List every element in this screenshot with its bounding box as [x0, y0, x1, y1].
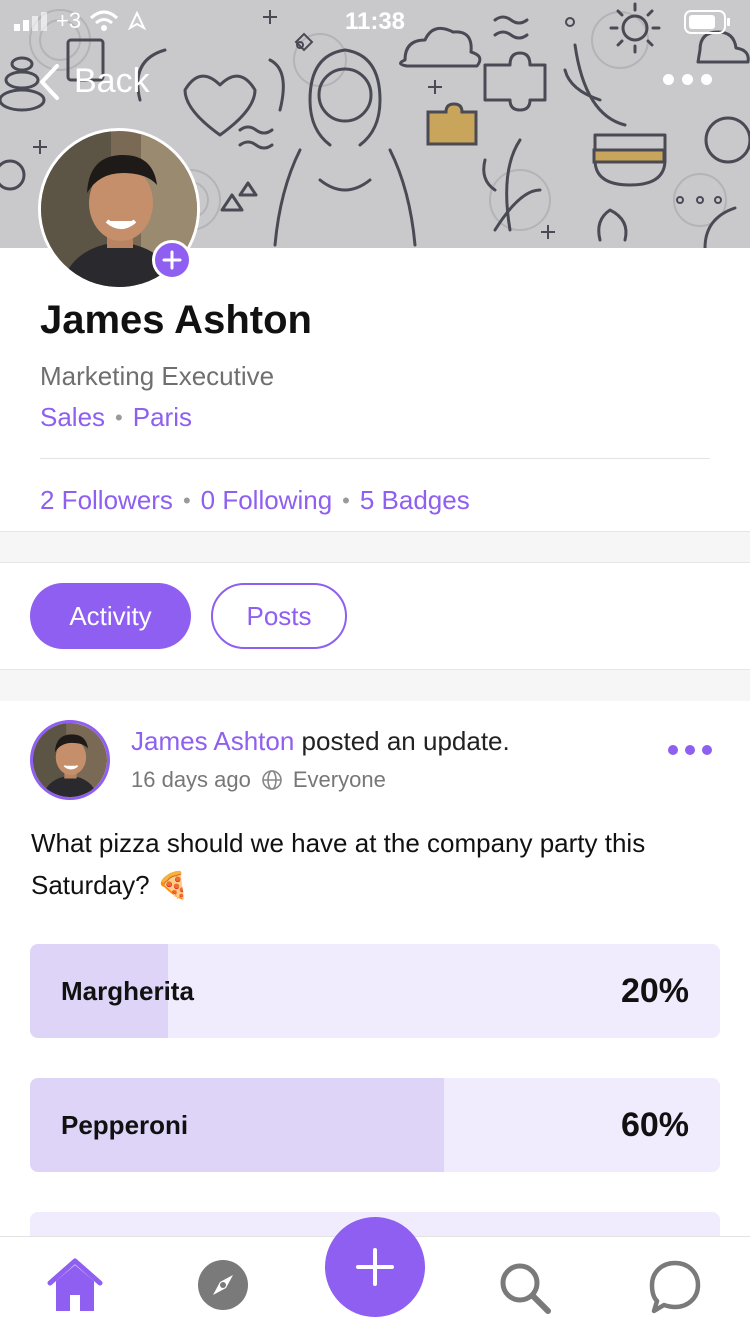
- post-body-text: What pizza should we have at the company…: [31, 828, 646, 900]
- plus-icon: [356, 1248, 394, 1286]
- compass-icon[interactable]: [197, 1259, 249, 1316]
- post-meta: 16 days ago Everyone: [131, 767, 386, 793]
- chevron-left-icon: [40, 63, 59, 100]
- following-link[interactable]: 0 Following: [201, 485, 333, 516]
- dot-icon: [685, 745, 695, 755]
- profile-job-title: Marketing Executive: [40, 361, 275, 391]
- poll-option-margherita[interactable]: Margherita 20%: [30, 944, 720, 1038]
- dot-icon: [663, 74, 674, 85]
- post-options-button[interactable]: [668, 745, 712, 755]
- badges-link[interactable]: 5 Badges: [360, 485, 470, 516]
- plus-icon: [162, 250, 182, 270]
- separator-dot: •: [115, 404, 123, 430]
- status-time: 11:38: [344, 8, 406, 35]
- poll-option-label: Margherita: [61, 975, 194, 1006]
- post-header: James Ashton posted an update.: [131, 726, 510, 757]
- dot-icon: [682, 74, 693, 85]
- post-author-link[interactable]: James Ashton: [131, 726, 294, 756]
- location-link[interactable]: Paris: [133, 402, 192, 433]
- status-bar: +3 11:38: [0, 0, 750, 44]
- separator-dot: •: [342, 487, 350, 513]
- poll-option-label: Pepperoni: [61, 1109, 189, 1140]
- separator-dot: •: [182, 487, 191, 513]
- back-button[interactable]: Back: [38, 62, 150, 101]
- poll-option-percent: 60%: [620, 1105, 689, 1144]
- poll-option-percent: 20%: [620, 971, 689, 1010]
- profile-stats: 2 Followers • 0 Following • 5 Badges: [40, 485, 470, 516]
- dot-icon: [668, 745, 678, 755]
- add-photo-button[interactable]: [152, 240, 192, 280]
- divider: [40, 458, 710, 459]
- home-icon[interactable]: [44, 1257, 106, 1320]
- post-time: 16 days ago: [131, 767, 251, 792]
- battery-icon: [684, 10, 732, 40]
- followers-link[interactable]: 2 Followers: [40, 485, 173, 516]
- globe-icon: [262, 770, 282, 790]
- dot-icon: [701, 74, 712, 85]
- section-separator: [0, 669, 750, 701]
- dot-icon: [702, 745, 712, 755]
- search-icon[interactable]: [496, 1259, 552, 1320]
- tab-activity[interactable]: Activity: [30, 583, 191, 649]
- more-options-button[interactable]: [663, 74, 712, 85]
- post-action: posted an update.: [301, 726, 510, 756]
- tab-posts[interactable]: Posts: [211, 583, 347, 649]
- post-author-avatar[interactable]: [30, 720, 110, 800]
- poll-option-pepperoni[interactable]: Pepperoni 60%: [30, 1078, 720, 1172]
- department-link[interactable]: Sales: [40, 402, 105, 433]
- profile-meta: Sales • Paris: [40, 402, 192, 433]
- chat-bubble-icon[interactable]: [648, 1259, 702, 1320]
- avatar-photo: [33, 723, 107, 797]
- back-label: Back: [74, 62, 150, 100]
- profile-name: James Ashton: [40, 298, 312, 342]
- section-separator: [0, 531, 750, 563]
- post-visibility: Everyone: [292, 767, 386, 792]
- create-post-button[interactable]: [325, 1217, 425, 1317]
